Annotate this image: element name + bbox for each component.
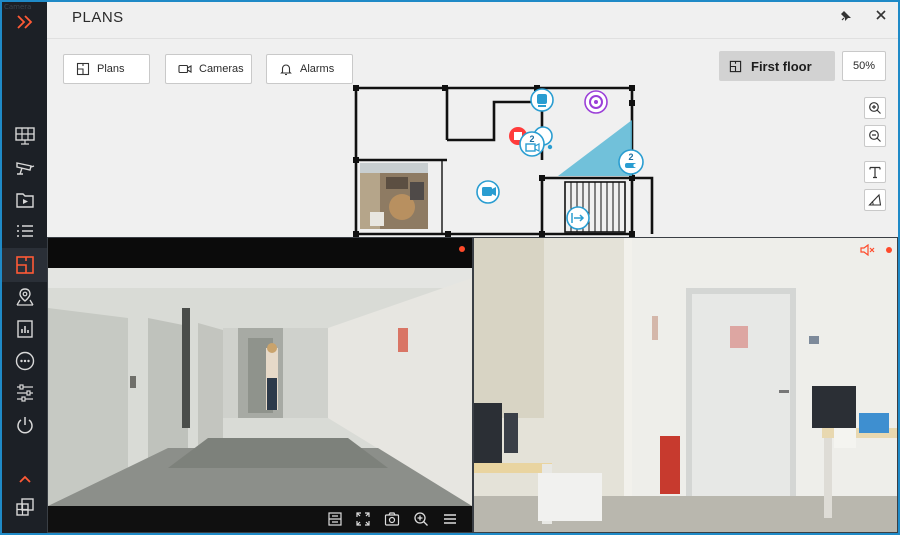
video-frame-office: [474, 238, 897, 532]
power-icon: [17, 417, 33, 434]
pin-icon[interactable]: [839, 9, 853, 23]
settings-button[interactable]: [9, 379, 41, 407]
angle-icon: [868, 193, 882, 206]
fov-tool-button[interactable]: [864, 189, 886, 211]
zoom-in-icon: [414, 512, 428, 526]
hamburger-menu-icon: [444, 514, 456, 524]
floor-name: First floor: [751, 58, 812, 74]
more-button[interactable]: [9, 347, 41, 375]
events-button[interactable]: [9, 218, 41, 246]
monitoring-button[interactable]: [9, 122, 41, 150]
tab-cameras[interactable]: Cameras: [165, 54, 252, 84]
camera-icon: [16, 162, 35, 175]
split-view-icon: [328, 512, 342, 526]
marker-camera-left-room[interactable]: [476, 180, 500, 204]
more-icon: [15, 351, 35, 371]
marker-count-2: 2: [628, 152, 633, 162]
expand-layouts-button[interactable]: [9, 472, 41, 486]
recording-indicator: [459, 246, 465, 252]
tab-plans-label: Plans: [97, 63, 125, 75]
power-button[interactable]: [9, 411, 41, 439]
archive-button[interactable]: [9, 186, 41, 214]
map-pin-icon: [16, 288, 34, 306]
event-list-icon: [17, 225, 33, 237]
zoom-out-icon: [869, 130, 881, 142]
snapshot-button[interactable]: [382, 510, 402, 528]
muted-speaker-icon[interactable]: [860, 244, 876, 256]
tile-menu-button[interactable]: [440, 510, 460, 528]
floor-plan[interactable]: 2 2: [352, 82, 657, 237]
marker-dome-camera[interactable]: [584, 90, 608, 114]
tab-plans[interactable]: Plans: [63, 54, 150, 84]
reports-icon: [17, 320, 33, 338]
digital-zoom-button[interactable]: [411, 510, 431, 528]
text-tool-button[interactable]: [864, 161, 886, 183]
layouts-icon: [16, 498, 34, 516]
header-divider: [47, 38, 898, 39]
settings-sliders-icon: [17, 384, 33, 402]
app-window: Camera PLANS Plans Cameras Alarms First …: [2, 2, 898, 533]
camera-tile-corridor[interactable]: [47, 237, 473, 533]
monitor-grid-icon: [15, 127, 35, 145]
expand-up-icon: [19, 475, 31, 483]
tab-alarms-label: Alarms: [300, 63, 335, 75]
zoom-in-icon: [869, 102, 881, 114]
marker-exit[interactable]: [566, 206, 590, 230]
floor-selector[interactable]: First floor: [719, 51, 835, 81]
text-tool-icon: [869, 166, 881, 179]
map-button[interactable]: [9, 283, 41, 311]
plans-button[interactable]: [9, 251, 41, 279]
recording-indicator: [886, 247, 892, 253]
zoom-level[interactable]: 50%: [842, 51, 886, 81]
left-rail: Camera: [2, 2, 47, 533]
tab-alarms[interactable]: Alarms: [266, 54, 353, 84]
marker-camera-right-room[interactable]: 2: [618, 149, 644, 175]
zoom-in-button[interactable]: [864, 97, 886, 119]
plan-camera-thumbnail[interactable]: [360, 163, 428, 229]
layouts-button[interactable]: [9, 493, 41, 521]
reports-button[interactable]: [9, 315, 41, 343]
plan-icon: [729, 60, 742, 72]
marker-count-1: 2: [529, 134, 534, 144]
fullscreen-button[interactable]: [353, 510, 373, 528]
fullscreen-icon: [356, 512, 370, 526]
bell-icon: [280, 64, 292, 76]
tile-toolbar: [48, 506, 472, 532]
play-archive-icon: [16, 193, 34, 208]
plans-panel: PLANS Plans Cameras Alarms First floor 5…: [47, 2, 898, 237]
snapshot-icon: [384, 512, 400, 526]
layout-split-button[interactable]: [325, 510, 345, 528]
plans-icon: [16, 256, 34, 274]
double-chevron-right-icon: [17, 15, 33, 29]
zoom-out-button[interactable]: [864, 125, 886, 147]
plan-icon: [76, 62, 90, 76]
camera-outline-icon: [178, 64, 192, 74]
close-icon[interactable]: [874, 8, 888, 22]
panel-title: PLANS: [72, 9, 124, 26]
tab-cameras-label: Cameras: [199, 63, 244, 75]
marker-camera-top[interactable]: [530, 88, 554, 112]
cameras-button[interactable]: [9, 154, 41, 182]
camera-tile-office[interactable]: [473, 237, 898, 533]
video-frame-corridor: [48, 268, 472, 506]
menu-expand-button[interactable]: [9, 8, 41, 36]
